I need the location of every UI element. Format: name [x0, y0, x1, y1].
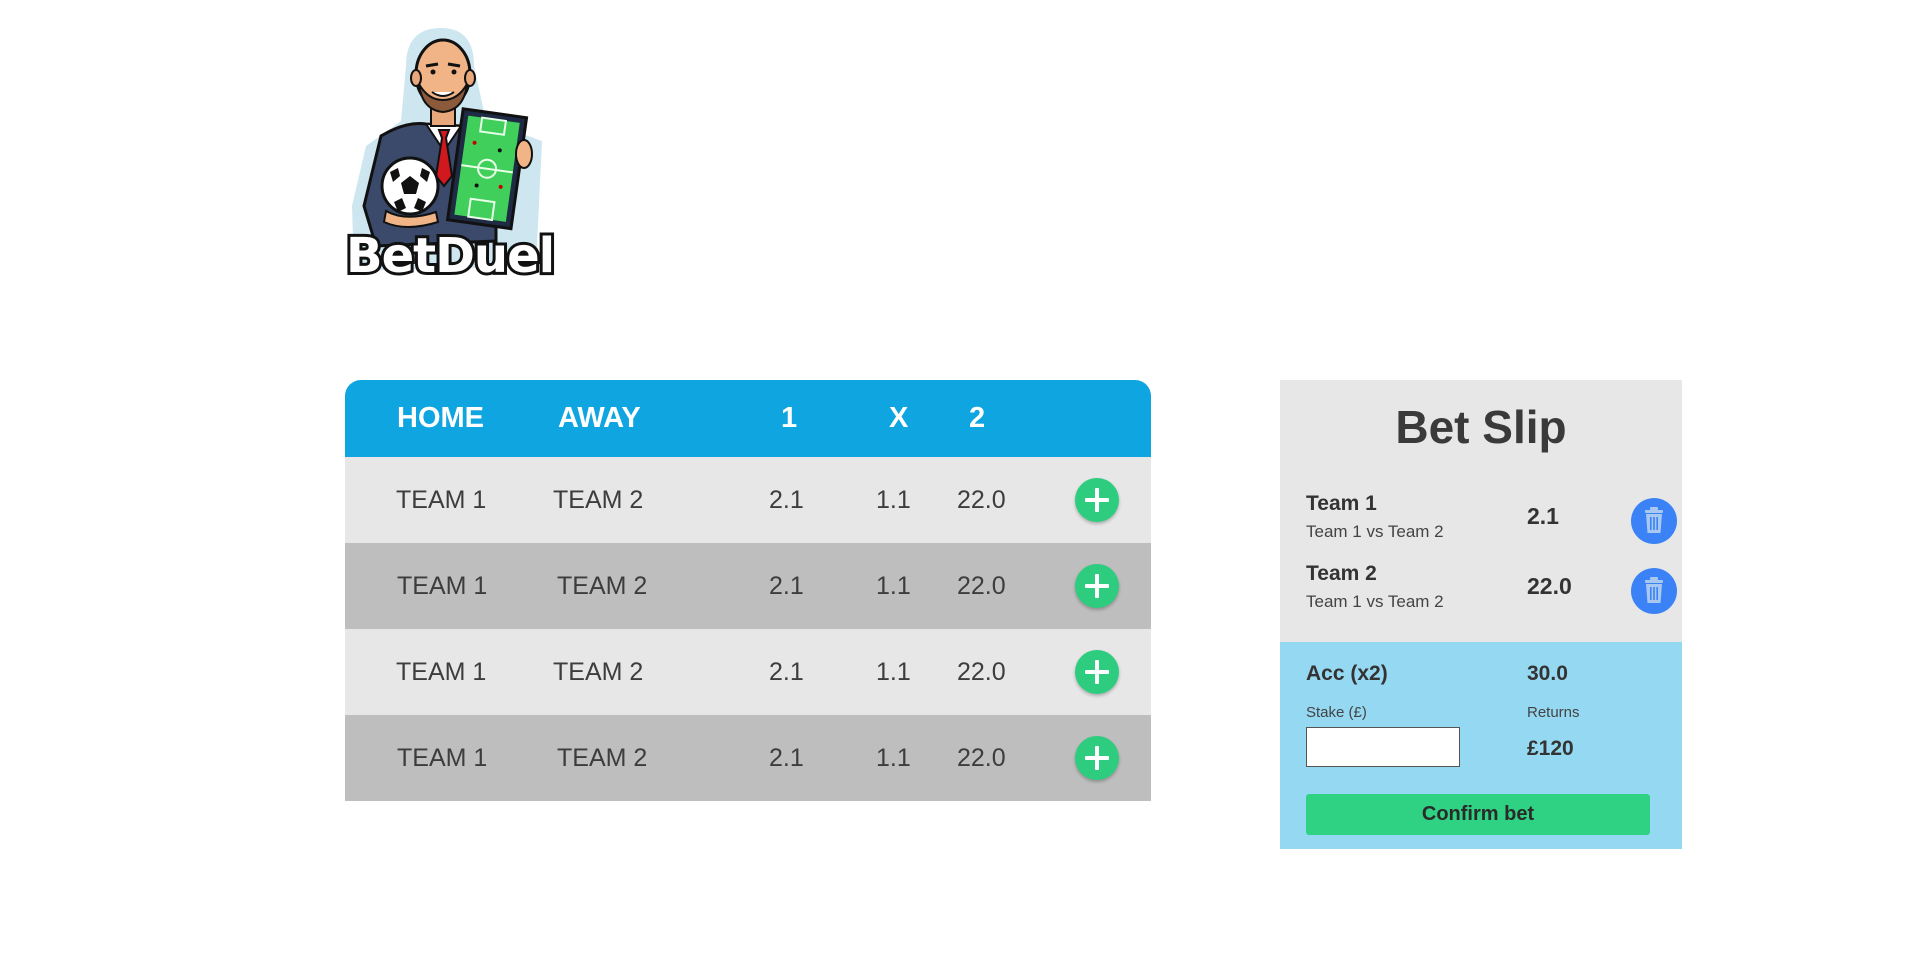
logo-wordmark: BetDuel [343, 228, 558, 284]
odd-draw[interactable]: 1.1 [876, 629, 911, 715]
match-row: TEAM 1 TEAM 2 2.1 1.1 22.0 [345, 457, 1151, 543]
trash-icon [1645, 577, 1663, 603]
selection-team: Team 1 [1306, 492, 1377, 515]
header-odd-2: 2 [969, 402, 986, 434]
add-to-slip-button[interactable] [1075, 564, 1119, 608]
odd-draw[interactable]: 1.1 [876, 715, 911, 801]
bet-slip: Bet Slip Team 1 Team 1 vs Team 2 2.1 Tea… [1280, 380, 1682, 849]
plus-icon [1085, 746, 1109, 770]
selection-odds: 2.1 [1527, 503, 1559, 529]
odd-home[interactable]: 2.1 [769, 715, 804, 801]
odd-draw[interactable]: 1.1 [876, 543, 911, 629]
matches-table-header: HOME AWAY 1 X 2 [345, 380, 1151, 457]
stake-input[interactable] [1306, 727, 1460, 767]
header-odd-1: 1 [781, 402, 798, 434]
matches-table: HOME AWAY 1 X 2 TEAM 1 TEAM 2 2.1 1.1 22… [345, 380, 1151, 801]
away-team: TEAM 2 [557, 744, 648, 772]
returns-label: Returns [1527, 704, 1580, 721]
header-home: HOME [397, 402, 484, 434]
home-team: TEAM 1 [396, 658, 487, 686]
accumulator-odds: 30.0 [1527, 662, 1568, 685]
betduel-logo: BetDuel [343, 26, 558, 288]
selection-team: Team 2 [1306, 562, 1377, 585]
home-team: TEAM 1 [397, 572, 488, 600]
odd-home[interactable]: 2.1 [769, 543, 804, 629]
odd-draw[interactable]: 1.1 [876, 457, 911, 543]
plus-icon [1085, 660, 1109, 684]
home-team: TEAM 1 [396, 486, 487, 514]
add-to-slip-button[interactable] [1075, 478, 1119, 522]
plus-icon [1085, 574, 1109, 598]
match-row: TEAM 1 TEAM 2 2.1 1.1 22.0 [345, 715, 1151, 801]
slip-selection: Team 1 Team 1 vs Team 2 2.1 [1306, 492, 1677, 548]
trash-icon [1645, 507, 1663, 533]
header-away: AWAY [558, 402, 641, 434]
bet-slip-summary: Acc (x2) 30.0 Stake (£) Returns £120 Con… [1280, 642, 1682, 849]
remove-selection-button[interactable] [1631, 568, 1677, 614]
stake-label: Stake (£) [1306, 704, 1367, 721]
add-to-slip-button[interactable] [1075, 736, 1119, 780]
bet-slip-selections-panel: Bet Slip Team 1 Team 1 vs Team 2 2.1 Tea… [1280, 380, 1682, 642]
plus-icon [1085, 488, 1109, 512]
odd-home[interactable]: 2.1 [769, 457, 804, 543]
confirm-bet-button[interactable]: Confirm bet [1306, 794, 1650, 835]
away-team: TEAM 2 [557, 572, 648, 600]
odd-away[interactable]: 22.0 [957, 543, 1006, 629]
selection-match: Team 1 vs Team 2 [1306, 522, 1444, 541]
accumulator-label: Acc (x2) [1306, 662, 1388, 685]
selection-odds: 22.0 [1527, 573, 1572, 599]
away-team: TEAM 2 [553, 658, 644, 686]
odd-home[interactable]: 2.1 [769, 629, 804, 715]
selection-match: Team 1 vs Team 2 [1306, 592, 1444, 611]
header-odd-x: X [889, 402, 909, 434]
remove-selection-button[interactable] [1631, 498, 1677, 544]
away-team: TEAM 2 [553, 486, 644, 514]
odd-away[interactable]: 22.0 [957, 715, 1006, 801]
odd-away[interactable]: 22.0 [957, 629, 1006, 715]
match-row: TEAM 1 TEAM 2 2.1 1.1 22.0 [345, 543, 1151, 629]
odd-away[interactable]: 22.0 [957, 457, 1006, 543]
home-team: TEAM 1 [397, 744, 488, 772]
returns-value: £120 [1527, 737, 1574, 760]
match-row: TEAM 1 TEAM 2 2.1 1.1 22.0 [345, 629, 1151, 715]
add-to-slip-button[interactable] [1075, 650, 1119, 694]
slip-selection: Team 2 Team 1 vs Team 2 22.0 [1306, 562, 1677, 618]
bet-slip-title: Bet Slip [1395, 401, 1567, 453]
